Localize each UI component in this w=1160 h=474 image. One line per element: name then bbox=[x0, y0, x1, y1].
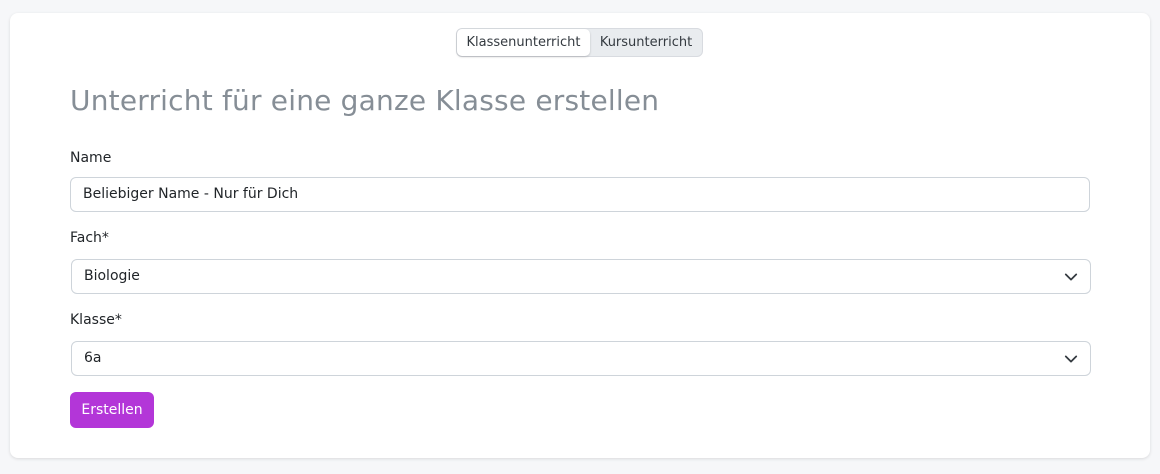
form-card: Klassenunterricht Kursunterricht Unterri… bbox=[10, 13, 1150, 458]
page-title: Unterricht für eine ganze Klasse erstell… bbox=[70, 84, 660, 117]
klasse-select-value: 6a bbox=[84, 350, 102, 366]
klasse-label: Klasse* bbox=[70, 312, 122, 328]
fach-select-value: Biologie bbox=[84, 268, 140, 284]
name-input-value: Beliebiger Name - Nur für Dich bbox=[83, 186, 299, 202]
name-input[interactable]: Beliebiger Name - Nur für Dich bbox=[70, 177, 1090, 212]
name-label: Name bbox=[70, 150, 112, 166]
fach-select[interactable]: Biologie bbox=[71, 259, 1091, 294]
chevron-down-icon bbox=[1064, 273, 1078, 281]
toggle-option-klassenunterricht[interactable]: Klassenunterricht bbox=[457, 29, 590, 56]
chevron-down-icon bbox=[1064, 355, 1078, 363]
unterricht-type-toggle: Klassenunterricht Kursunterricht bbox=[456, 28, 703, 57]
toggle-option-kursunterricht[interactable]: Kursunterricht bbox=[590, 29, 702, 56]
fach-label: Fach* bbox=[70, 230, 109, 246]
erstellen-button[interactable]: Erstellen bbox=[70, 392, 154, 428]
klasse-select[interactable]: 6a bbox=[71, 341, 1091, 376]
